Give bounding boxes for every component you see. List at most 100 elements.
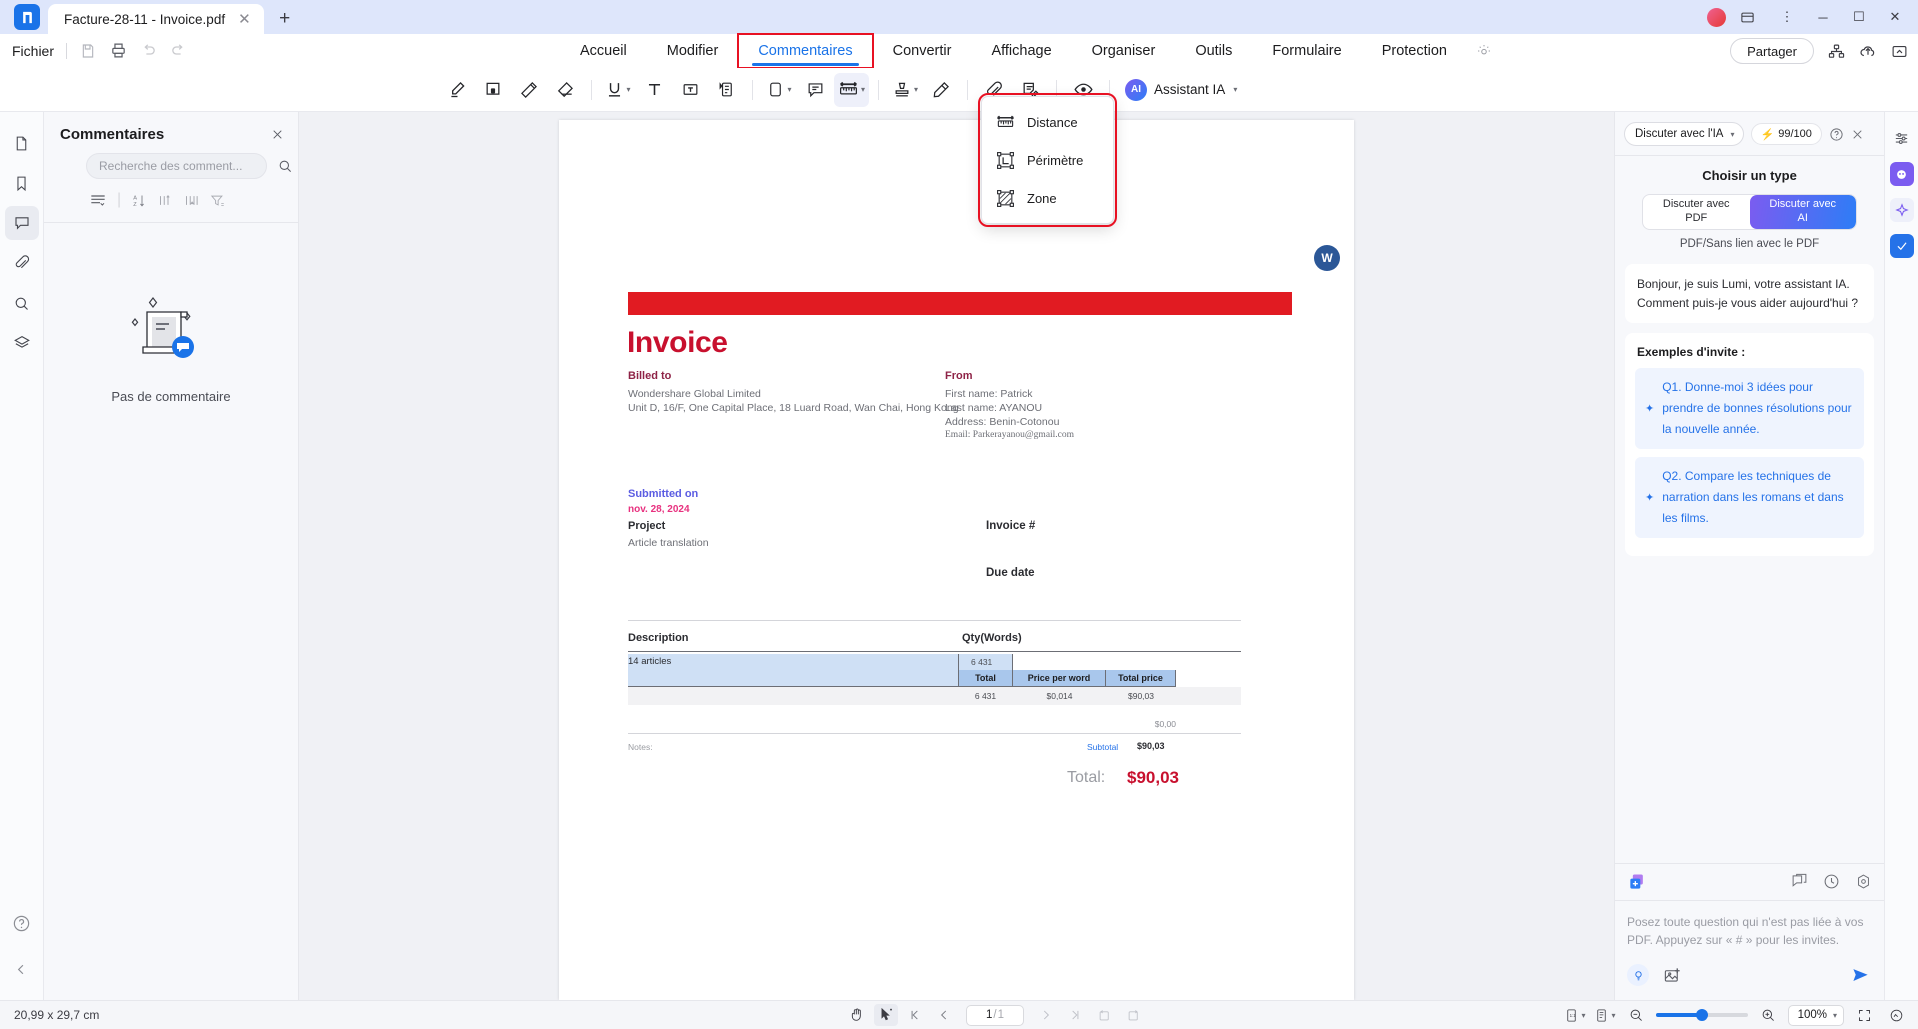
- prompt-suggestions-icon[interactable]: [1627, 964, 1649, 986]
- collapse-sidebar-icon[interactable]: [5, 952, 39, 986]
- ribbon-tab-convertir[interactable]: Convertir: [873, 34, 972, 68]
- word-conversion-badge[interactable]: W: [1314, 245, 1340, 271]
- sidebar-item-thumbnails[interactable]: [5, 126, 39, 160]
- chevron-down-icon[interactable]: ▾: [626, 85, 630, 94]
- shape-tool-icon[interactable]: ▾: [762, 73, 796, 107]
- chevron-down-icon[interactable]: ▾: [861, 85, 865, 94]
- add-image-icon[interactable]: [1663, 966, 1682, 985]
- filter-icon[interactable]: [210, 193, 225, 208]
- close-tab-icon[interactable]: ✕: [235, 10, 254, 28]
- signature-tool-icon[interactable]: [924, 73, 958, 107]
- hand-tool-icon[interactable]: [845, 1004, 869, 1026]
- send-message-icon[interactable]: [1851, 966, 1870, 985]
- example-prompt-2[interactable]: ✦ Q2. Compare les techniques de narratio…: [1635, 457, 1864, 539]
- zoom-out-icon[interactable]: [1624, 1004, 1648, 1026]
- ai-assistant-rail-icon[interactable]: [1889, 162, 1914, 186]
- ribbon-tab-commentaires[interactable]: Commentaires: [737, 33, 874, 69]
- sidebar-item-bookmarks[interactable]: [5, 166, 39, 200]
- stamp-tool-icon[interactable]: ▾: [888, 73, 922, 107]
- list-view-icon[interactable]: [90, 193, 106, 207]
- new-chat-icon[interactable]: [1627, 872, 1647, 892]
- ai-credits-badge[interactable]: ⚡ 99/100: [1750, 123, 1822, 145]
- ribbon-tab-affichage[interactable]: Affichage: [971, 34, 1071, 68]
- sort-alpha-icon[interactable]: AZ: [132, 193, 147, 208]
- ribbon-tab-outils[interactable]: Outils: [1175, 34, 1252, 68]
- ribbon-tab-modifier[interactable]: Modifier: [647, 34, 739, 68]
- help-icon[interactable]: [5, 906, 39, 940]
- rotate-left-icon[interactable]: [1092, 1004, 1116, 1026]
- chevron-down-icon[interactable]: ▾: [914, 85, 918, 94]
- print-icon[interactable]: [105, 38, 131, 64]
- current-page-number[interactable]: 1: [986, 1009, 992, 1021]
- measure-dropdown-menu[interactable]: Distance Périmètre Zone: [978, 93, 1117, 227]
- document-tab[interactable]: Facture-28-11 - Invoice.pdf ✕: [48, 4, 264, 34]
- undo-icon[interactable]: [135, 38, 161, 64]
- chevron-down-icon[interactable]: ▾: [1612, 1011, 1616, 1020]
- ribbon-tab-organiser[interactable]: Organiser: [1072, 34, 1176, 68]
- last-page-icon[interactable]: [1063, 1004, 1087, 1026]
- next-page-icon[interactable]: [1034, 1004, 1058, 1026]
- eraser-tool-icon[interactable]: [548, 73, 582, 107]
- highlight-tool-icon[interactable]: [440, 73, 474, 107]
- organization-icon[interactable]: [1828, 43, 1845, 60]
- fullscreen-icon[interactable]: [1852, 1004, 1876, 1026]
- page-fit-mode-icon[interactable]: 1:1 ▾: [1564, 1008, 1586, 1023]
- sort-page-icon[interactable]: [158, 193, 173, 208]
- note-tool-icon[interactable]: [709, 73, 743, 107]
- measure-menu-item-distance[interactable]: Distance: [982, 103, 1113, 141]
- ai-tools-rail-icon[interactable]: [1889, 198, 1914, 222]
- page-number-box[interactable]: 1 / 1: [966, 1004, 1024, 1026]
- cloud-upload-icon[interactable]: [1859, 42, 1877, 60]
- pencil-tool-icon[interactable]: [512, 73, 546, 107]
- page-layout-mode-icon[interactable]: ▾: [1594, 1008, 1616, 1023]
- ai-assistant-button[interactable]: AI Assistant IA ▾: [1119, 73, 1243, 107]
- copy-chat-icon[interactable]: [1791, 873, 1808, 890]
- measure-tool-icon[interactable]: ▾: [834, 72, 870, 107]
- sidebar-item-search[interactable]: [5, 286, 39, 320]
- close-window-button[interactable]: ✕: [1884, 9, 1906, 25]
- pdf-page[interactable]: W Invoice Billed to Wondershare Global L…: [559, 120, 1354, 1000]
- settings-gear-icon[interactable]: [1855, 873, 1872, 890]
- comment-window-icon[interactable]: [1740, 10, 1762, 25]
- close-comments-panel-icon[interactable]: [271, 128, 284, 141]
- measure-menu-item-perimeter[interactable]: Périmètre: [982, 141, 1113, 179]
- sidebar-item-comments[interactable]: [4, 206, 39, 240]
- ribbon-tab-formulaire[interactable]: Formulaire: [1252, 34, 1361, 68]
- select-tool-icon[interactable]: [874, 1004, 898, 1026]
- zoom-level-select[interactable]: 100% ▾: [1787, 1004, 1844, 1026]
- help-circle-icon[interactable]: [1829, 127, 1844, 142]
- history-icon[interactable]: [1823, 873, 1840, 890]
- chevron-down-icon[interactable]: ▾: [1233, 85, 1237, 94]
- rotate-right-icon[interactable]: [1121, 1004, 1145, 1026]
- search-icon[interactable]: [277, 158, 293, 174]
- measure-menu-item-area[interactable]: Zone: [982, 179, 1113, 217]
- chat-input-placeholder[interactable]: Posez toute question qui n'est pas liée …: [1615, 901, 1884, 950]
- text-callout-tool-icon[interactable]: [673, 73, 707, 107]
- panel-settings-icon[interactable]: [1890, 126, 1914, 150]
- ribbon-tab-protection[interactable]: Protection: [1362, 34, 1467, 68]
- chevron-down-icon[interactable]: ▾: [787, 85, 791, 94]
- collapse-ribbon-icon[interactable]: [1891, 43, 1908, 60]
- sidebar-item-layers[interactable]: [5, 326, 39, 360]
- view-settings-icon[interactable]: [1884, 1004, 1908, 1026]
- avatar[interactable]: [1707, 7, 1726, 27]
- chevron-down-icon[interactable]: ▾: [1730, 130, 1734, 139]
- zoom-slider[interactable]: [1655, 1009, 1748, 1021]
- zoom-slider-handle[interactable]: [1695, 1009, 1708, 1021]
- comment-box-tool-icon[interactable]: [798, 73, 832, 107]
- chevron-down-icon[interactable]: ▾: [1833, 1011, 1837, 1020]
- chat-with-pdf-option[interactable]: Discuter avec PDF: [1643, 195, 1750, 229]
- file-menu[interactable]: Fichier: [0, 43, 66, 59]
- previous-page-icon[interactable]: [932, 1004, 956, 1026]
- add-text-tool-icon[interactable]: [637, 73, 671, 107]
- save-icon[interactable]: [75, 38, 101, 64]
- chat-with-ai-option[interactable]: Discuter avec AI: [1749, 195, 1856, 229]
- sort-type-icon[interactable]: [184, 193, 199, 208]
- underline-tool-icon[interactable]: ▾: [601, 73, 635, 107]
- chevron-down-icon[interactable]: ▾: [1582, 1011, 1586, 1020]
- ai-mode-select[interactable]: Discuter avec l'IA ▾: [1624, 122, 1744, 146]
- redo-icon[interactable]: [165, 38, 191, 64]
- text-box-tool-icon[interactable]: [476, 73, 510, 107]
- close-ai-panel-icon[interactable]: [1851, 128, 1864, 141]
- new-tab-icon[interactable]: +: [270, 4, 300, 34]
